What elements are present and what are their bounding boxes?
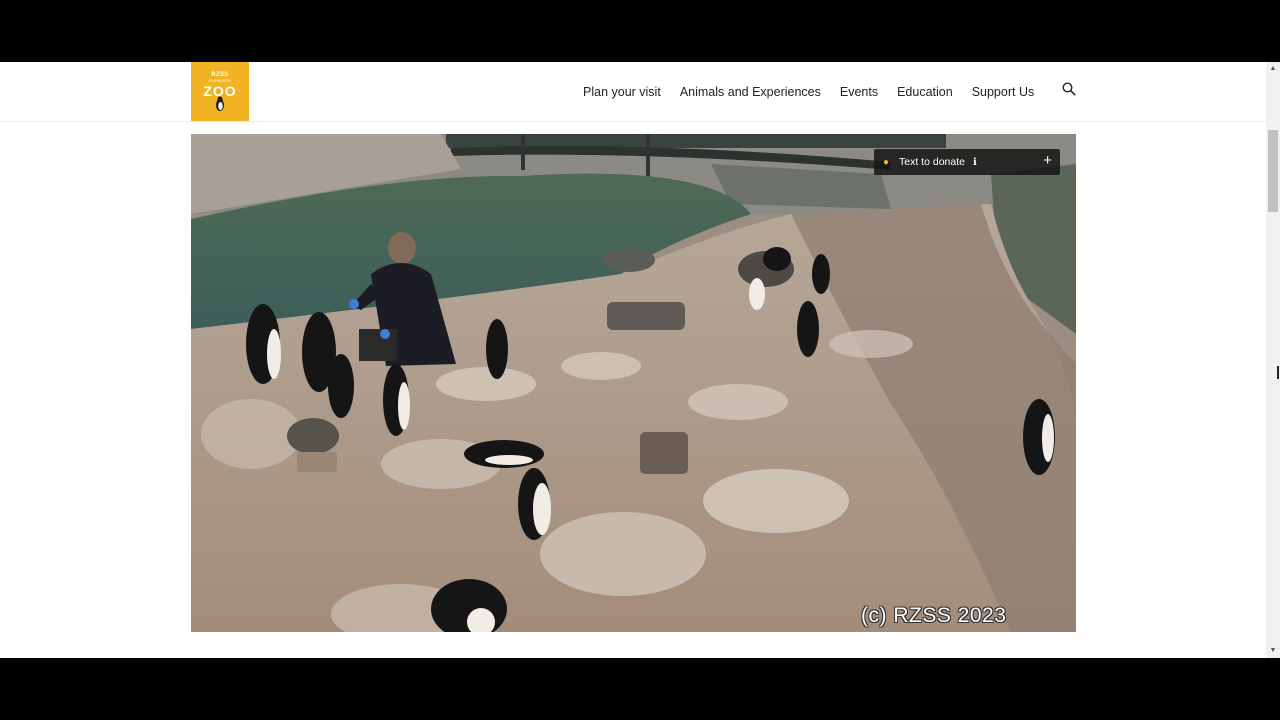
text-to-donate-button[interactable]: ● Text to donate ℹ +: [874, 149, 1060, 175]
plus-icon[interactable]: +: [1043, 153, 1052, 169]
main-nav: Plan your visit Animals and Experiences …: [583, 82, 1053, 102]
site-header: RZSS EDINBURGH ZOO Plan your visit Anima…: [0, 62, 1266, 122]
penguin-logo-icon: [216, 96, 224, 111]
zoo-logo[interactable]: RZSS EDINBURGH ZOO: [191, 62, 249, 121]
scroll-up-arrow-icon[interactable]: ▲: [1266, 62, 1280, 76]
donate-label: Text to donate: [899, 156, 965, 168]
web-page: RZSS EDINBURGH ZOO Plan your visit Anima…: [0, 62, 1266, 658]
scroll-down-arrow-icon[interactable]: ▼: [1266, 644, 1280, 658]
nav-support-us[interactable]: Support Us: [972, 83, 1035, 101]
text-cursor-icon: [1277, 366, 1279, 379]
vertical-scrollbar[interactable]: ▲ ▼: [1266, 62, 1280, 658]
penguin-webcam-feed[interactable]: ● Text to donate ℹ + (c) RZSS 2023: [191, 134, 1076, 632]
search-icon[interactable]: [1062, 82, 1078, 98]
info-icon[interactable]: ℹ: [973, 157, 977, 168]
nav-events[interactable]: Events: [840, 83, 878, 101]
video-letterbox-bottom: [0, 658, 1280, 720]
nav-plan-your-visit[interactable]: Plan your visit: [583, 83, 661, 101]
paw-icon: ●: [882, 156, 890, 168]
webcam-image: [191, 134, 1076, 632]
logo-org-text: RZSS: [211, 72, 229, 78]
copyright-watermark: (c) RZSS 2023: [861, 604, 1007, 627]
nav-animals-and-experiences[interactable]: Animals and Experiences: [680, 83, 821, 101]
video-letterbox-top: [0, 0, 1280, 62]
scroll-thumb[interactable]: [1268, 130, 1278, 212]
nav-education[interactable]: Education: [897, 83, 953, 101]
